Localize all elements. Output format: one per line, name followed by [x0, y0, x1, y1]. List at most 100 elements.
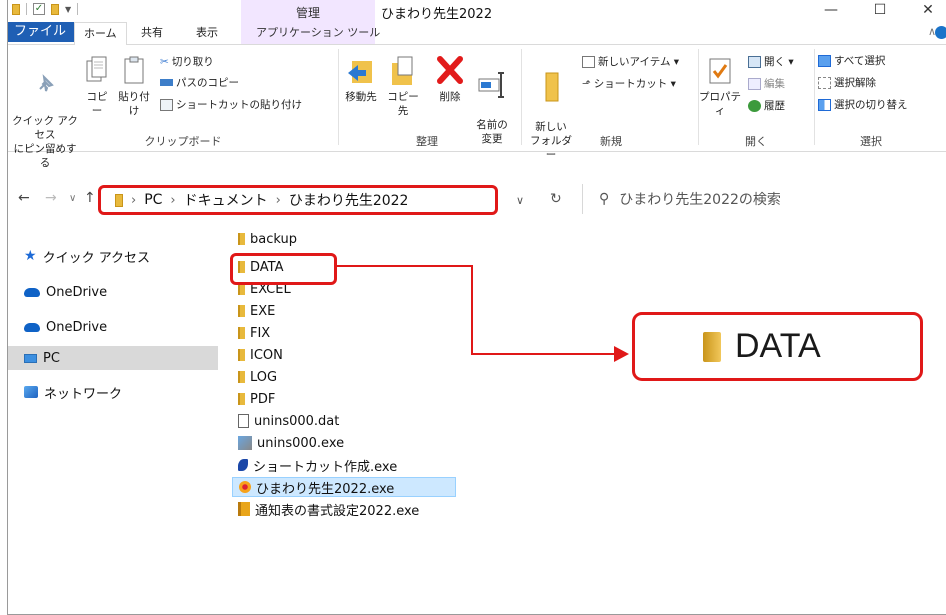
paste-shortcut-icon	[160, 98, 173, 111]
address-dropdown-icon[interactable]: ∨	[516, 194, 524, 207]
list-item[interactable]: backup	[232, 229, 297, 249]
select-all-button[interactable]: すべて選択	[818, 53, 885, 68]
cut-button[interactable]: ✂ 切り取り	[160, 54, 214, 69]
navigation-pane: ★ クイック アクセス OneDrive OneDrive PC ネットワーク	[8, 230, 218, 615]
move-to-button[interactable]: 移動先	[342, 55, 380, 104]
list-item[interactable]: LOG	[232, 367, 277, 387]
copy-to-icon	[392, 56, 413, 85]
list-item[interactable]: FIX	[232, 323, 270, 343]
pin-quick-access-button[interactable]: クイック アクセス にピン留めする	[12, 57, 78, 170]
paste-shortcut-button[interactable]: ショートカットの貼り付け	[160, 97, 302, 112]
refresh-icon[interactable]: ↻	[550, 191, 562, 207]
group-label-open: 開く	[745, 135, 767, 148]
delete-button[interactable]: 削除	[433, 55, 467, 104]
folder-icon	[238, 349, 245, 361]
list-item[interactable]: PDF	[232, 389, 275, 409]
properties-button[interactable]: プロパティ	[698, 55, 742, 118]
list-item[interactable]: ショートカット作成.exe	[232, 455, 397, 475]
tab-file[interactable]: ファイル	[8, 22, 76, 42]
maximize-button[interactable]: ☐	[865, 2, 895, 18]
list-item[interactable]: EXE	[232, 301, 275, 321]
folder-icon	[115, 193, 123, 207]
callout-connector	[337, 265, 473, 355]
new-item-icon	[582, 55, 595, 68]
list-item-selected[interactable]: ひまわり先生2022.exe	[232, 477, 456, 497]
copy-to-button[interactable]: コピー先	[384, 55, 422, 118]
recent-dropdown-icon[interactable]: ∨	[69, 193, 76, 204]
chevron-right-icon[interactable]: ›	[170, 193, 175, 208]
folder-icon	[238, 371, 245, 383]
folder-icon	[238, 305, 245, 317]
navigation-bar: ← → ∨ ↑ › PC › ドキュメント › ひまわり先生2022 ∨ ↻ ⚲…	[8, 178, 946, 218]
nav-item-pc[interactable]: PC	[8, 346, 218, 370]
list-item[interactable]: unins000.exe	[232, 433, 344, 453]
list-item[interactable]: ICON	[232, 345, 283, 365]
nav-item-network[interactable]: ネットワーク	[8, 380, 218, 404]
pin-icon	[39, 74, 54, 92]
folder-icon	[12, 3, 20, 15]
ribbon-tabs: ファイル ホーム 共有 表示 アプリケーション ツール	[8, 22, 946, 46]
manage-tab-label[interactable]: 管理	[241, 4, 375, 21]
explorer-window: ✓ ▼ 管理 ひまわり先生2022 — ☐ ✕ ファイル ホーム 共有 表示 ア…	[7, 0, 946, 615]
data-folder-callout: DATA	[632, 312, 923, 381]
properties-icon[interactable]: ✓	[33, 3, 45, 15]
folder-icon	[238, 393, 245, 405]
copy-icon	[86, 56, 107, 82]
installer-icon	[238, 436, 252, 450]
close-button[interactable]: ✕	[913, 2, 943, 18]
nav-item-onedrive-2[interactable]: OneDrive	[8, 315, 218, 339]
chevron-right-icon[interactable]: ›	[131, 193, 136, 208]
pc-icon	[24, 353, 37, 363]
edit-icon	[748, 77, 761, 90]
breadcrumb-current[interactable]: ひまわり先生2022	[289, 190, 409, 210]
tab-application-tools[interactable]: アプリケーション ツール	[247, 22, 389, 45]
paste-button[interactable]: 貼り付け	[114, 55, 154, 118]
history-button[interactable]: 履歴	[748, 98, 785, 113]
quick-access-toolbar: ✓ ▼	[12, 3, 79, 15]
edit-button[interactable]: 編集	[748, 76, 785, 91]
shortcut-icon: ⬏	[582, 77, 591, 90]
breadcrumb-pc[interactable]: PC	[144, 192, 162, 208]
customize-dropdown-icon[interactable]: ▼	[65, 5, 71, 14]
pen-icon	[238, 459, 248, 471]
help-icon[interactable]	[935, 26, 946, 39]
chevron-right-icon[interactable]: ›	[276, 193, 281, 208]
delete-icon	[437, 56, 463, 84]
up-arrow-icon[interactable]: ↑	[84, 190, 96, 206]
nav-item-onedrive[interactable]: OneDrive	[8, 280, 218, 304]
scissors-icon: ✂	[160, 55, 169, 68]
tab-share[interactable]: 共有	[132, 22, 172, 45]
callout-label: DATA	[735, 327, 821, 365]
callout-connector-horizontal	[473, 353, 618, 355]
select-none-button[interactable]: 選択解除	[818, 75, 876, 90]
select-none-icon	[818, 76, 831, 89]
nav-item-quick-access[interactable]: ★ クイック アクセス	[8, 244, 218, 268]
new-item-button[interactable]: 新しいアイテム ▾	[582, 54, 679, 69]
folder-icon	[703, 331, 721, 362]
history-icon	[748, 99, 761, 112]
book-icon	[238, 502, 250, 516]
address-bar[interactable]: › PC › ドキュメント › ひまわり先生2022	[98, 185, 498, 215]
data-folder-highlight	[230, 253, 337, 285]
cloud-icon	[24, 322, 40, 332]
new-folder-icon[interactable]	[51, 3, 59, 15]
new-folder-icon	[545, 72, 559, 102]
copy-path-button[interactable]: パスのコピー	[160, 75, 239, 90]
copy-button[interactable]: コピー	[82, 55, 112, 118]
folder-icon	[238, 327, 245, 339]
back-arrow-icon[interactable]: ←	[18, 190, 30, 206]
list-item[interactable]: 通知表の書式設定2022.exe	[232, 499, 419, 519]
select-all-icon	[818, 54, 831, 67]
search-box[interactable]: ⚲ ひまわり先生2022の検索	[582, 184, 946, 214]
forward-arrow-icon[interactable]: →	[45, 190, 57, 206]
sunflower-icon	[239, 481, 251, 493]
open-button[interactable]: 開く ▾	[748, 54, 794, 69]
group-label-organize: 整理	[416, 135, 438, 148]
list-item[interactable]: unins000.dat	[232, 411, 339, 431]
minimize-button[interactable]: —	[816, 2, 846, 18]
easy-access-button[interactable]: ⬏ ショートカット ▾	[582, 76, 676, 91]
tab-view[interactable]: 表示	[187, 22, 227, 45]
invert-selection-button[interactable]: 選択の切り替え	[818, 97, 908, 112]
tab-home[interactable]: ホーム	[74, 22, 127, 46]
breadcrumb-documents[interactable]: ドキュメント	[184, 190, 268, 210]
